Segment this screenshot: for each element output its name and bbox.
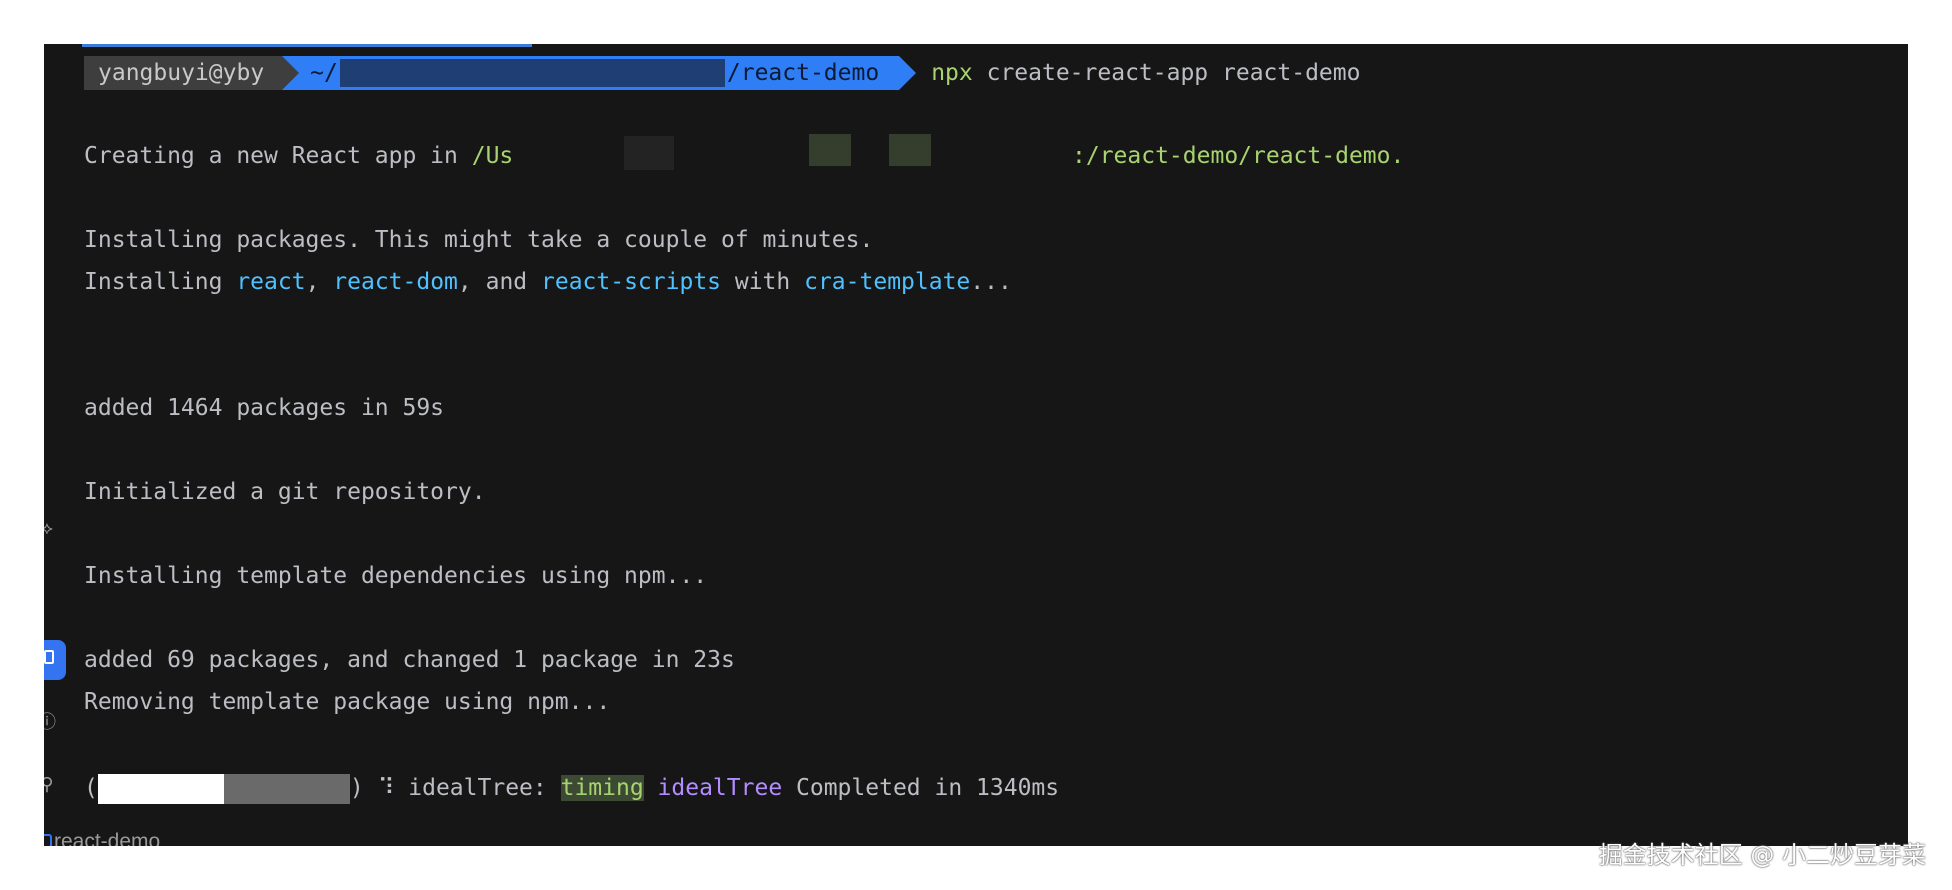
vcs-icon[interactable]: ⚲ bbox=[44, 774, 58, 796]
text: with bbox=[721, 269, 805, 295]
output-line-git-init: Initialized a git repository. bbox=[84, 479, 486, 505]
output-line-creating: Creating a new React app in /Us bbox=[84, 141, 513, 171]
output-line-template-deps: Installing template dependencies using n… bbox=[84, 563, 708, 589]
pkg-react-dom: react-dom bbox=[333, 269, 458, 295]
pkg-cra-template: cra-template bbox=[804, 269, 971, 295]
spinner-icon: ⠹ bbox=[377, 775, 395, 801]
creating-path-start: /Us bbox=[471, 143, 514, 169]
problems-icon[interactable]: ⓘ bbox=[44, 712, 58, 734]
redacted-blur bbox=[624, 136, 674, 170]
text: , bbox=[305, 269, 334, 295]
command-text: npx create-react-app react-demo bbox=[931, 60, 1360, 86]
pkg-react-scripts: react-scripts bbox=[541, 269, 722, 295]
text: ... bbox=[970, 269, 1012, 295]
watermark: 掘金技术社区 @ 小二炒豆芽菜 bbox=[1598, 841, 1926, 869]
ideal-tree-label: idealTree bbox=[657, 775, 783, 801]
terminal-window: ⟡ ⓘ ⚲ yangbuyi@yby ~/ /react-demo npx cr… bbox=[44, 44, 1908, 846]
redacted-blur bbox=[889, 134, 931, 166]
output-line-added-1464: added 1464 packages in 59s bbox=[84, 395, 445, 421]
output-line-removing: Removing template package using npm... bbox=[84, 689, 611, 715]
text: Installing bbox=[84, 269, 237, 295]
tab-highlight-bar bbox=[82, 44, 532, 47]
pkg-react: react bbox=[236, 269, 306, 295]
prompt-path-suffix: /react-demo bbox=[726, 60, 880, 86]
text: ) bbox=[349, 775, 378, 801]
text: ( bbox=[84, 775, 98, 801]
redacted-blur bbox=[809, 134, 851, 166]
timing-label: timing bbox=[560, 775, 644, 801]
side-toolbar: ⟡ ⓘ ⚲ bbox=[44, 44, 66, 824]
prompt-path-prefix: ~/ bbox=[310, 60, 338, 86]
text: , and bbox=[457, 269, 541, 295]
prompt-user-segment: yangbuyi@yby bbox=[84, 56, 300, 90]
terminal-icon[interactable] bbox=[44, 640, 66, 680]
output-line-installing: Installing packages. This might take a c… bbox=[84, 227, 874, 253]
progress-bar-remaining bbox=[223, 773, 350, 804]
terminal-tab-icon bbox=[44, 834, 52, 846]
command-args: create-react-app react-demo bbox=[972, 60, 1361, 86]
command-bin: npx bbox=[931, 60, 973, 86]
git-branch-icon[interactable]: ⟡ bbox=[44, 518, 58, 540]
redacted-path bbox=[339, 59, 725, 87]
text: Completed in 1340ms bbox=[782, 775, 1060, 801]
shell-prompt: yangbuyi@yby ~/ /react-demo npx create-r… bbox=[84, 56, 1360, 90]
terminal-tab-label[interactable]: react-demo bbox=[54, 830, 160, 846]
creating-path-end: :/react-demo/react-demo. bbox=[1072, 143, 1405, 169]
creating-prefix: Creating a new React app in bbox=[84, 143, 472, 169]
progress-bar-done bbox=[97, 773, 224, 804]
output-line-added-69: added 69 packages, and changed 1 package… bbox=[84, 647, 735, 673]
text: idealTree: bbox=[394, 775, 561, 801]
output-line-progress: () ⠹ idealTree: timing idealTree Complet… bbox=[84, 771, 1059, 805]
output-line-installing-pkgs: Installing react, react-dom, and react-s… bbox=[84, 267, 1012, 297]
prompt-path-segment: ~/ /react-demo bbox=[282, 56, 917, 90]
